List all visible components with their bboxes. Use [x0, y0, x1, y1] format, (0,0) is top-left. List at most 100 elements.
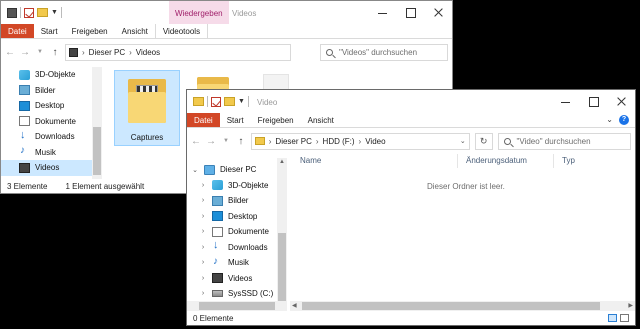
title-bar: ▼ Video	[187, 90, 635, 113]
nav-item-bilder[interactable]: › Bilder	[187, 193, 287, 209]
nav-item-downloads[interactable]: Downloads	[1, 129, 101, 145]
refresh-button[interactable]: ↻	[474, 132, 493, 150]
breadcrumb-separator: ›	[129, 47, 132, 57]
nav-item-videos[interactable]: › Videos	[187, 271, 287, 287]
window-title: Videos	[232, 9, 257, 18]
navigation-pane: ⌄ Dieser PC › 3D-Objekte › Bilder › Desktop › Dok…	[187, 162, 287, 310]
nav-item-dokumente[interactable]: › Dokumente	[187, 224, 287, 240]
column-type[interactable]: Typ	[554, 154, 614, 168]
nav-item-3d-objekte[interactable]: 3D-Objekte	[1, 67, 101, 83]
tab-view[interactable]: Ansicht	[301, 113, 341, 127]
column-date-modified[interactable]: Änderungsdatum	[458, 154, 554, 168]
close-button[interactable]	[424, 1, 452, 24]
details-view-icon[interactable]	[608, 314, 617, 322]
tab-file[interactable]: Datei	[1, 24, 34, 38]
tab-start[interactable]: Start	[34, 24, 65, 38]
maximize-button[interactable]	[579, 90, 607, 113]
recent-locations-chevron-icon[interactable]: ▼	[221, 138, 231, 144]
collapse-chevron-icon[interactable]: ›	[199, 197, 207, 204]
tab-view[interactable]: Ansicht	[115, 24, 155, 38]
customize-quick-access-chevron-icon[interactable]: ▼	[238, 98, 245, 105]
nav-item-videos[interactable]: Videos	[1, 160, 101, 176]
nav-item-musik[interactable]: Musik	[1, 145, 101, 161]
navigation-horizontal-scrollbar[interactable]	[187, 301, 287, 311]
new-folder-icon[interactable]	[224, 97, 235, 106]
customize-quick-access-chevron-icon[interactable]: ▼	[51, 9, 58, 16]
minimize-button[interactable]	[368, 1, 396, 24]
navigation-scrollbar[interactable]: ▲ ▼	[277, 158, 287, 311]
nav-item-sysssd-c[interactable]: › SysSSD (C:)	[187, 286, 287, 302]
properties-icon[interactable]	[24, 7, 34, 18]
nav-item-label: SysSSD (C:)	[228, 289, 274, 299]
maximize-button[interactable]	[396, 1, 424, 24]
nav-item-label: Dokumente	[35, 116, 76, 126]
collapse-chevron-icon[interactable]: ›	[199, 228, 207, 235]
nav-item-label: Downloads	[35, 132, 75, 142]
nav-item-desktop[interactable]: › Desktop	[187, 209, 287, 225]
search-box[interactable]: "Videos" durchsuchen	[320, 43, 448, 61]
nav-item-downloads[interactable]: › Downloads	[187, 239, 287, 256]
collapse-chevron-icon[interactable]: ›	[199, 244, 207, 251]
collapse-chevron-icon[interactable]: ›	[199, 213, 207, 220]
nav-item-dieser-pc[interactable]: ⌄ Dieser PC	[187, 162, 287, 178]
collapse-chevron-icon[interactable]: ›	[199, 259, 207, 266]
scroll-left-arrow-icon[interactable]: ◀	[292, 302, 297, 309]
scrollbar-thumb[interactable]	[302, 302, 600, 310]
collapse-chevron-icon[interactable]: ›	[199, 182, 207, 189]
close-button[interactable]	[607, 90, 635, 113]
forward-arrow-icon[interactable]: →	[206, 136, 216, 147]
address-bar[interactable]: › Dieser PC › HDD (F:) › Video ⌄	[250, 132, 470, 150]
recent-locations-chevron-icon[interactable]: ▼	[35, 49, 45, 55]
nav-item-desktop[interactable]: Desktop	[1, 98, 101, 114]
documents-icon	[19, 116, 30, 127]
scroll-up-arrow-icon[interactable]: ▲	[279, 159, 285, 165]
navigation-scrollbar[interactable]	[92, 67, 102, 179]
breadcrumb-this-pc[interactable]: Dieser PC	[275, 137, 311, 146]
tab-share[interactable]: Freigeben	[251, 113, 301, 127]
folder-item-captures[interactable]: Captures	[114, 70, 180, 146]
nav-item-label: Dieser PC	[220, 165, 257, 175]
tab-share[interactable]: Freigeben	[65, 24, 115, 38]
breadcrumb-video[interactable]: Video	[365, 137, 385, 146]
breadcrumb-this-pc[interactable]: Dieser PC	[89, 48, 125, 57]
nav-item-bilder[interactable]: Bilder	[1, 83, 101, 99]
expand-chevron-icon[interactable]: ⌄	[191, 166, 199, 174]
nav-item-3d-objekte[interactable]: › 3D-Objekte	[187, 178, 287, 194]
search-box[interactable]: "Video" durchsuchen	[497, 132, 631, 150]
address-history-chevron-icon[interactable]: ⌄	[460, 137, 466, 145]
breadcrumb-videos[interactable]: Videos	[136, 48, 160, 57]
scrollbar-thumb[interactable]	[93, 127, 101, 175]
properties-icon[interactable]	[211, 96, 221, 107]
large-icons-view-icon[interactable]	[620, 314, 629, 322]
column-name[interactable]: Name	[292, 154, 458, 168]
folder-label: Captures	[130, 133, 164, 142]
downloads-icon	[19, 129, 30, 142]
scroll-right-arrow-icon[interactable]: ▶	[628, 302, 633, 309]
scrollbar-thumb[interactable]	[278, 233, 286, 305]
tab-file[interactable]: Datei	[187, 113, 220, 127]
navigation-pane: 3D-Objekte Bilder Desktop Dokumente Download…	[1, 67, 101, 179]
address-row: ← → ▼ ↑ › Dieser PC › HDD (F:) › Video ⌄…	[187, 128, 635, 154]
tab-start[interactable]: Start	[220, 113, 251, 127]
nav-item-dokumente[interactable]: Dokumente	[1, 114, 101, 130]
help-icon[interactable]: ?	[619, 115, 629, 125]
collapse-chevron-icon[interactable]: ›	[199, 275, 207, 282]
collapse-chevron-icon[interactable]: ›	[199, 290, 207, 297]
window-controls	[551, 90, 635, 113]
back-arrow-icon[interactable]: ←	[5, 47, 15, 58]
nav-item-musik[interactable]: › Musik	[187, 255, 287, 271]
forward-arrow-icon[interactable]: →	[20, 47, 30, 58]
breadcrumb-hdd[interactable]: HDD (F:)	[323, 137, 355, 146]
back-arrow-icon[interactable]: ←	[191, 136, 201, 147]
scrollbar-thumb[interactable]	[199, 302, 275, 310]
3d-objects-icon	[212, 180, 223, 191]
content-horizontal-scrollbar[interactable]: ◀ ▶	[290, 301, 635, 311]
expand-ribbon-chevron-icon[interactable]: ⌄	[606, 115, 613, 125]
new-folder-icon[interactable]	[37, 8, 48, 17]
breadcrumb-separator: ›	[268, 136, 272, 146]
address-bar[interactable]: › Dieser PC › Videos	[65, 43, 291, 61]
up-arrow-icon[interactable]: ↑	[236, 136, 246, 147]
minimize-button[interactable]	[551, 90, 579, 113]
up-arrow-icon[interactable]: ↑	[50, 47, 60, 58]
tab-video-tools[interactable]: Videotools	[154, 24, 209, 38]
